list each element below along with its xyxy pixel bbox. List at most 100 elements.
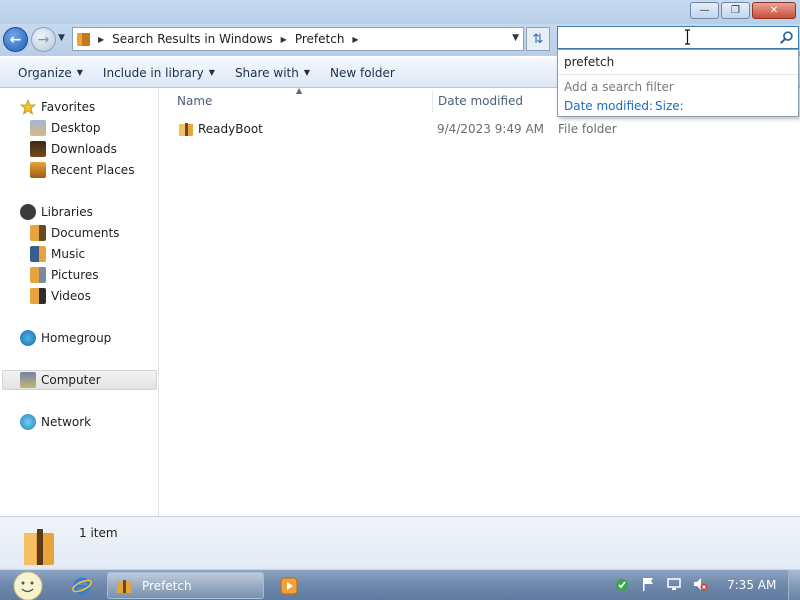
nav-network-label: Network [41,415,92,429]
new-folder-label: New folder [330,65,395,80]
libraries-icon [20,204,36,220]
nav-computer[interactable]: Computer [2,370,157,390]
chevron-down-icon: ▼ [208,68,215,77]
share-with-label: Share with [234,65,299,80]
nav-documents-label: Documents [51,226,120,240]
address-history-dropdown[interactable]: ▼ [512,33,519,43]
new-folder-button[interactable]: New folder [320,61,405,85]
organize-menu[interactable]: Organize ▼ [8,61,93,85]
search-icon[interactable] [779,30,794,45]
nav-documents[interactable]: Documents [30,223,119,243]
refresh-button[interactable]: ⇅ [526,27,550,51]
title-bar: — ❐ ✕ [0,0,800,24]
filter-date-modified[interactable]: Date modified: [564,99,653,113]
nav-network[interactable]: Network [20,412,91,432]
nav-desktop[interactable]: Desktop [30,118,101,138]
nav-pictures[interactable]: Pictures [30,265,99,285]
divider [558,74,798,75]
nav-desktop-label: Desktop [51,121,101,135]
nav-favorites-label: Favorites [41,100,96,114]
nav-favorites[interactable]: Favorites [20,97,95,117]
folder-icon [117,579,131,593]
search-input[interactable] [558,27,768,47]
file-type: File folder [558,122,617,136]
back-arrow-icon: ← [9,31,22,48]
chevron-down-icon: ▼ [303,68,310,77]
show-desktop-button[interactable] [788,570,800,600]
computer-icon [20,372,36,388]
search-box[interactable] [557,26,799,49]
column-header-date-modified[interactable]: Date modified [438,90,523,112]
documents-icon [30,225,46,241]
taskbar-item-label: Prefetch [142,578,192,593]
breadcrumb-prefetch[interactable]: Prefetch [295,32,345,46]
nav-music[interactable]: Music [30,244,85,264]
nav-music-label: Music [51,247,86,261]
navigation-pane: Favorites Desktop Downloads Recent Place… [0,88,159,516]
start-button-icon[interactable] [6,570,46,600]
clock[interactable]: 7:35 AM [727,578,776,592]
chevron-right-icon[interactable]: ▶ [98,35,104,44]
action-center-icon[interactable] [614,576,630,592]
column-name-label: Name [177,94,213,108]
nav-recent-places[interactable]: Recent Places [30,160,134,180]
nav-libraries-label: Libraries [41,205,93,219]
filter-size[interactable]: Size: [655,99,684,113]
nav-videos[interactable]: Videos [30,286,91,306]
system-tray [614,576,708,592]
close-button[interactable]: ✕ [752,2,796,19]
recent-pages-dropdown[interactable]: ▼ [58,33,65,43]
downloads-icon [30,141,46,157]
folder-icon [179,123,193,136]
file-date: 9/4/2023 9:49 AM [437,122,545,136]
text-cursor-icon [685,29,690,45]
minimize-button[interactable]: — [690,2,719,19]
nav-homegroup-label: Homegroup [41,331,112,345]
star-icon [20,99,36,115]
nav-homegroup[interactable]: Homegroup [20,328,111,348]
recent-places-icon [30,162,46,178]
window-controls: — ❐ ✕ [690,2,796,19]
back-button[interactable]: ← [3,27,28,52]
nav-videos-label: Videos [51,289,91,303]
network-status-icon[interactable] [666,576,682,592]
breadcrumb-search-results[interactable]: Search Results in Windows [112,32,273,46]
sort-ascending-icon: ▲ [296,86,303,95]
nav-downloads[interactable]: Downloads [30,139,117,159]
forward-button[interactable]: → [31,27,56,52]
maximize-button[interactable]: ❐ [721,2,750,19]
address-bar[interactable]: ▶ Search Results in Windows ▶ Prefetch ▶… [72,27,524,51]
folder-icon [77,32,90,46]
nav-computer-label: Computer [41,373,101,387]
volume-muted-icon[interactable] [692,576,708,592]
share-with-menu[interactable]: Share with ▼ [225,61,320,85]
homegroup-icon [20,330,36,346]
folder-icon [24,529,54,565]
file-name: ReadyBoot [198,122,263,136]
suggestion-item[interactable]: prefetch [564,55,614,69]
taskbar-item-prefetch[interactable]: Prefetch [107,572,264,599]
refresh-icon: ⇅ [532,31,544,47]
chevron-right-icon[interactable]: ▶ [281,35,287,44]
nav-pictures-label: Pictures [51,268,99,282]
network-icon [20,414,36,430]
media-player-icon [280,577,298,595]
flag-icon[interactable] [640,576,656,592]
nav-libraries[interactable]: Libraries [20,202,93,222]
file-row[interactable]: ReadyBoot 9/4/2023 9:49 AM File folder [172,119,792,139]
column-date-label: Date modified [438,94,524,108]
internet-explorer-button[interactable] [66,574,98,598]
column-header-name[interactable]: Name [177,90,212,112]
include-in-library-menu[interactable]: Include in library ▼ [93,61,225,85]
internet-explorer-icon [72,577,92,595]
videos-icon [30,288,46,304]
details-pane: 1 item [0,516,800,569]
organize-label: Organize [18,65,72,80]
column-divider[interactable] [432,90,433,112]
include-in-library-label: Include in library [102,65,204,80]
taskbar: Prefetch 7:35 AM [0,569,800,600]
item-count: 1 item [79,526,118,540]
chevron-right-icon[interactable]: ▶ [352,35,358,44]
forward-arrow-icon: → [37,31,50,48]
media-player-button[interactable] [273,574,305,598]
